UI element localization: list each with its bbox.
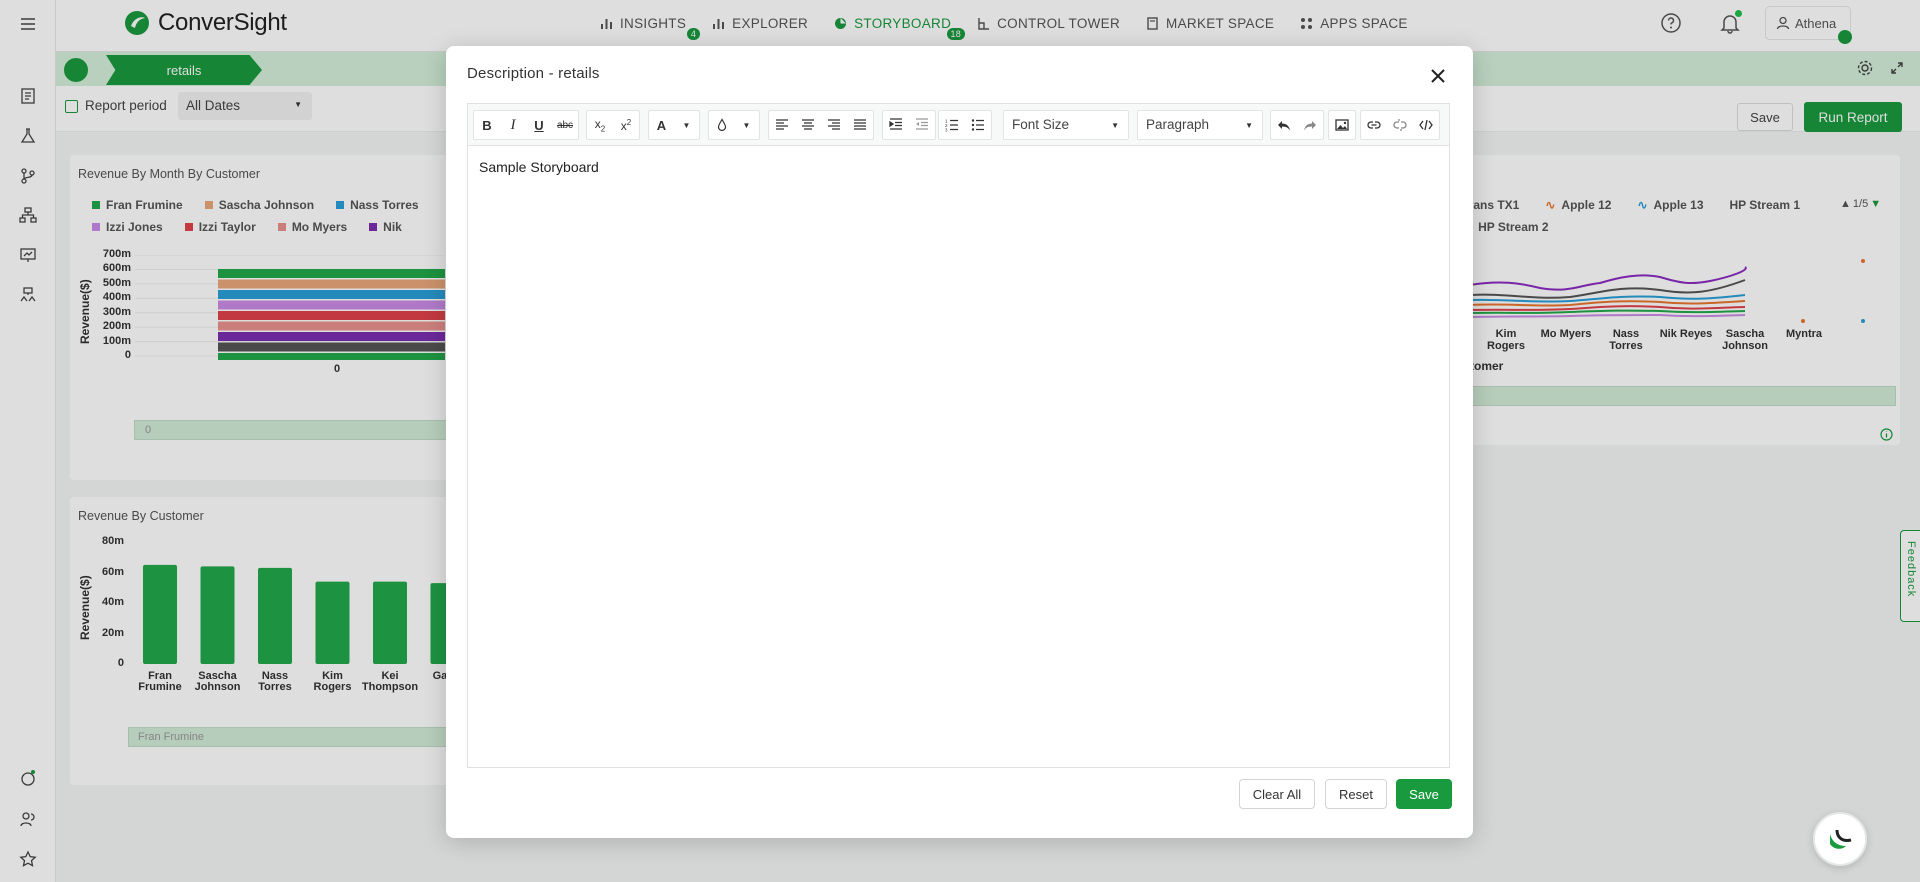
paragraph-label: Paragraph: [1146, 117, 1210, 132]
script-group: x2 x2: [586, 110, 640, 140]
indent-group: [882, 110, 936, 140]
svg-text:3: 3: [945, 128, 948, 133]
align-justify-icon[interactable]: [847, 111, 873, 139]
editor-toolbar: B I U abc x2 x2 A ▼ ▼ 1 2 3 Font Size ▼ …: [468, 104, 1449, 146]
list-group: 123: [938, 110, 992, 140]
chevron-down-icon: ▼: [682, 120, 691, 130]
chevron-down-icon: ▼: [1111, 121, 1119, 130]
superscript-button[interactable]: x2: [613, 111, 639, 139]
close-icon[interactable]: [1428, 66, 1448, 86]
undo-icon[interactable]: [1271, 111, 1297, 139]
image-icon[interactable]: [1329, 111, 1355, 139]
font-size-label: Font Size: [1012, 117, 1070, 132]
rich-text-editor: B I U abc x2 x2 A ▼ ▼ 1 2 3 Font Size ▼ …: [467, 103, 1450, 768]
font-color-icon: A: [656, 117, 667, 133]
history-group: [1270, 110, 1324, 140]
image-group: [1328, 110, 1356, 140]
align-right-icon[interactable]: [821, 111, 847, 139]
chevron-down-icon: ▼: [742, 120, 751, 130]
editor-content[interactable]: Sample Storyboard: [479, 159, 599, 175]
assistant-icon: [1830, 829, 1852, 849]
link-group: [1360, 110, 1440, 140]
unlink-icon[interactable]: [1387, 111, 1413, 139]
paragraph-select[interactable]: Paragraph ▼: [1137, 110, 1263, 140]
clear-all-button[interactable]: Clear All: [1239, 779, 1315, 809]
modal-title: Description - retails: [467, 65, 600, 82]
description-modal: Description - retails B I U abc x2 x2 A …: [446, 46, 1473, 838]
align-group: [768, 110, 874, 140]
font-color-dropdown[interactable]: A ▼: [648, 110, 700, 140]
redo-icon[interactable]: [1297, 111, 1323, 139]
subscript-button[interactable]: x2: [587, 111, 613, 139]
indent-icon[interactable]: [883, 111, 909, 139]
bg-color-dropdown[interactable]: ▼: [708, 110, 760, 140]
italic-button[interactable]: I: [500, 111, 526, 139]
align-left-icon[interactable]: [769, 111, 795, 139]
assistant-fab[interactable]: [1813, 812, 1867, 866]
bullet-list-icon[interactable]: [965, 111, 991, 139]
save-button[interactable]: Save: [1396, 779, 1452, 809]
underline-button[interactable]: U: [526, 111, 552, 139]
font-size-select[interactable]: Font Size ▼: [1003, 110, 1129, 140]
outdent-icon[interactable]: [909, 111, 935, 139]
ordered-list-icon[interactable]: 123: [939, 111, 965, 139]
align-center-icon[interactable]: [795, 111, 821, 139]
strikethrough-button[interactable]: abc: [552, 111, 578, 139]
code-view-icon[interactable]: [1413, 111, 1439, 139]
droplet-icon: [709, 111, 734, 139]
reset-button[interactable]: Reset: [1325, 779, 1387, 809]
format-group: B I U abc: [473, 110, 579, 140]
link-icon[interactable]: [1361, 111, 1387, 139]
chevron-down-icon: ▼: [1245, 121, 1253, 130]
bold-button[interactable]: B: [474, 111, 500, 139]
